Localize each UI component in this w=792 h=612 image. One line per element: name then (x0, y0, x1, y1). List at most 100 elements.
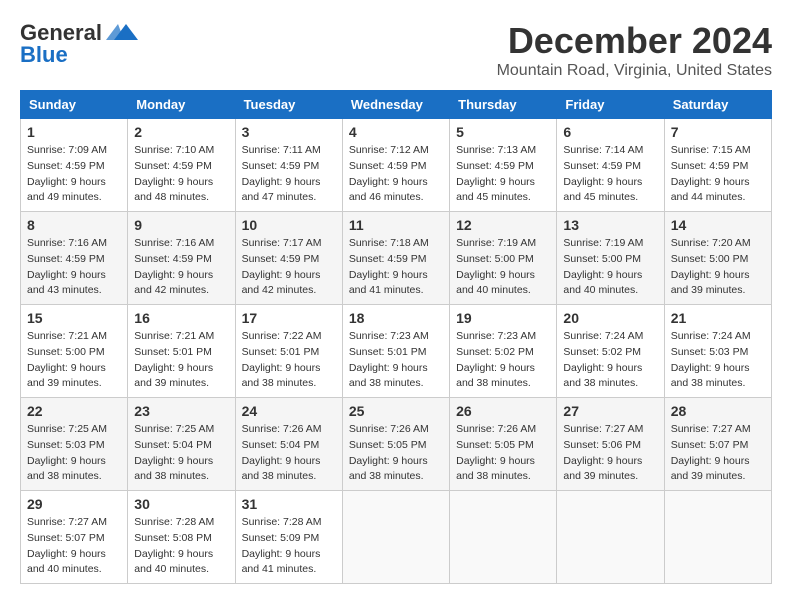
calendar-cell: 18 Sunrise: 7:23 AM Sunset: 5:01 PM Dayl… (342, 305, 449, 398)
day-number: 5 (456, 124, 550, 140)
calendar-cell: 31 Sunrise: 7:28 AM Sunset: 5:09 PM Dayl… (235, 491, 342, 584)
day-number: 13 (563, 217, 657, 233)
calendar-cell: 30 Sunrise: 7:28 AM Sunset: 5:08 PM Dayl… (128, 491, 235, 584)
day-info: Sunrise: 7:23 AM Sunset: 5:01 PM Dayligh… (349, 329, 443, 392)
day-info: Sunrise: 7:11 AM Sunset: 4:59 PM Dayligh… (242, 143, 336, 206)
calendar-header-thursday: Thursday (450, 91, 557, 119)
calendar-cell: 8 Sunrise: 7:16 AM Sunset: 4:59 PM Dayli… (21, 212, 128, 305)
day-number: 15 (27, 310, 121, 326)
day-info: Sunrise: 7:26 AM Sunset: 5:04 PM Dayligh… (242, 422, 336, 485)
month-title: December 2024 (497, 20, 772, 62)
day-info: Sunrise: 7:10 AM Sunset: 4:59 PM Dayligh… (134, 143, 228, 206)
day-number: 22 (27, 403, 121, 419)
day-info: Sunrise: 7:14 AM Sunset: 4:59 PM Dayligh… (563, 143, 657, 206)
day-info: Sunrise: 7:17 AM Sunset: 4:59 PM Dayligh… (242, 236, 336, 299)
day-number: 7 (671, 124, 765, 140)
calendar-cell: 20 Sunrise: 7:24 AM Sunset: 5:02 PM Dayl… (557, 305, 664, 398)
calendar-cell: 19 Sunrise: 7:23 AM Sunset: 5:02 PM Dayl… (450, 305, 557, 398)
calendar-header-row: SundayMondayTuesdayWednesdayThursdayFrid… (21, 91, 772, 119)
calendar-week-3: 15 Sunrise: 7:21 AM Sunset: 5:00 PM Dayl… (21, 305, 772, 398)
day-number: 29 (27, 496, 121, 512)
day-info: Sunrise: 7:12 AM Sunset: 4:59 PM Dayligh… (349, 143, 443, 206)
calendar-cell: 13 Sunrise: 7:19 AM Sunset: 5:00 PM Dayl… (557, 212, 664, 305)
day-info: Sunrise: 7:27 AM Sunset: 5:06 PM Dayligh… (563, 422, 657, 485)
day-number: 11 (349, 217, 443, 233)
calendar-cell: 9 Sunrise: 7:16 AM Sunset: 4:59 PM Dayli… (128, 212, 235, 305)
day-info: Sunrise: 7:25 AM Sunset: 5:03 PM Dayligh… (27, 422, 121, 485)
day-info: Sunrise: 7:27 AM Sunset: 5:07 PM Dayligh… (671, 422, 765, 485)
day-number: 24 (242, 403, 336, 419)
day-info: Sunrise: 7:15 AM Sunset: 4:59 PM Dayligh… (671, 143, 765, 206)
calendar-cell: 23 Sunrise: 7:25 AM Sunset: 5:04 PM Dayl… (128, 398, 235, 491)
calendar-cell: 14 Sunrise: 7:20 AM Sunset: 5:00 PM Dayl… (664, 212, 771, 305)
day-info: Sunrise: 7:26 AM Sunset: 5:05 PM Dayligh… (349, 422, 443, 485)
day-number: 19 (456, 310, 550, 326)
calendar-cell: 15 Sunrise: 7:21 AM Sunset: 5:00 PM Dayl… (21, 305, 128, 398)
calendar-cell: 7 Sunrise: 7:15 AM Sunset: 4:59 PM Dayli… (664, 119, 771, 212)
day-number: 18 (349, 310, 443, 326)
calendar-cell: 1 Sunrise: 7:09 AM Sunset: 4:59 PM Dayli… (21, 119, 128, 212)
calendar-week-5: 29 Sunrise: 7:27 AM Sunset: 5:07 PM Dayl… (21, 491, 772, 584)
day-info: Sunrise: 7:26 AM Sunset: 5:05 PM Dayligh… (456, 422, 550, 485)
calendar-cell: 3 Sunrise: 7:11 AM Sunset: 4:59 PM Dayli… (235, 119, 342, 212)
calendar-cell: 22 Sunrise: 7:25 AM Sunset: 5:03 PM Dayl… (21, 398, 128, 491)
day-info: Sunrise: 7:19 AM Sunset: 5:00 PM Dayligh… (456, 236, 550, 299)
day-info: Sunrise: 7:24 AM Sunset: 5:03 PM Dayligh… (671, 329, 765, 392)
calendar-cell: 4 Sunrise: 7:12 AM Sunset: 4:59 PM Dayli… (342, 119, 449, 212)
day-info: Sunrise: 7:27 AM Sunset: 5:07 PM Dayligh… (27, 515, 121, 578)
day-info: Sunrise: 7:09 AM Sunset: 4:59 PM Dayligh… (27, 143, 121, 206)
day-info: Sunrise: 7:13 AM Sunset: 4:59 PM Dayligh… (456, 143, 550, 206)
day-number: 17 (242, 310, 336, 326)
calendar-cell: 2 Sunrise: 7:10 AM Sunset: 4:59 PM Dayli… (128, 119, 235, 212)
calendar-cell: 10 Sunrise: 7:17 AM Sunset: 4:59 PM Dayl… (235, 212, 342, 305)
day-info: Sunrise: 7:24 AM Sunset: 5:02 PM Dayligh… (563, 329, 657, 392)
calendar-cell: 27 Sunrise: 7:27 AM Sunset: 5:06 PM Dayl… (557, 398, 664, 491)
logo: General Blue (20, 20, 138, 68)
calendar-table: SundayMondayTuesdayWednesdayThursdayFrid… (20, 90, 772, 584)
day-number: 31 (242, 496, 336, 512)
day-number: 23 (134, 403, 228, 419)
day-info: Sunrise: 7:16 AM Sunset: 4:59 PM Dayligh… (27, 236, 121, 299)
day-number: 14 (671, 217, 765, 233)
day-info: Sunrise: 7:22 AM Sunset: 5:01 PM Dayligh… (242, 329, 336, 392)
logo-text-blue: Blue (20, 42, 68, 68)
calendar-header-sunday: Sunday (21, 91, 128, 119)
calendar-cell (557, 491, 664, 584)
calendar-cell (664, 491, 771, 584)
day-info: Sunrise: 7:21 AM Sunset: 5:01 PM Dayligh… (134, 329, 228, 392)
calendar-cell: 26 Sunrise: 7:26 AM Sunset: 5:05 PM Dayl… (450, 398, 557, 491)
logo-icon (106, 22, 138, 44)
calendar-header-friday: Friday (557, 91, 664, 119)
calendar-cell: 29 Sunrise: 7:27 AM Sunset: 5:07 PM Dayl… (21, 491, 128, 584)
day-number: 1 (27, 124, 121, 140)
day-number: 4 (349, 124, 443, 140)
calendar-cell: 24 Sunrise: 7:26 AM Sunset: 5:04 PM Dayl… (235, 398, 342, 491)
day-info: Sunrise: 7:25 AM Sunset: 5:04 PM Dayligh… (134, 422, 228, 485)
calendar-cell: 5 Sunrise: 7:13 AM Sunset: 4:59 PM Dayli… (450, 119, 557, 212)
page-header: General Blue December 2024 Mountain Road… (20, 20, 772, 80)
calendar-week-1: 1 Sunrise: 7:09 AM Sunset: 4:59 PM Dayli… (21, 119, 772, 212)
calendar-cell: 16 Sunrise: 7:21 AM Sunset: 5:01 PM Dayl… (128, 305, 235, 398)
calendar-body: 1 Sunrise: 7:09 AM Sunset: 4:59 PM Dayli… (21, 119, 772, 584)
calendar-header-tuesday: Tuesday (235, 91, 342, 119)
day-number: 20 (563, 310, 657, 326)
day-number: 26 (456, 403, 550, 419)
day-number: 10 (242, 217, 336, 233)
day-number: 2 (134, 124, 228, 140)
day-number: 30 (134, 496, 228, 512)
calendar-week-4: 22 Sunrise: 7:25 AM Sunset: 5:03 PM Dayl… (21, 398, 772, 491)
day-info: Sunrise: 7:18 AM Sunset: 4:59 PM Dayligh… (349, 236, 443, 299)
day-info: Sunrise: 7:19 AM Sunset: 5:00 PM Dayligh… (563, 236, 657, 299)
calendar-header-monday: Monday (128, 91, 235, 119)
day-number: 28 (671, 403, 765, 419)
calendar-cell: 25 Sunrise: 7:26 AM Sunset: 5:05 PM Dayl… (342, 398, 449, 491)
day-number: 21 (671, 310, 765, 326)
calendar-cell: 28 Sunrise: 7:27 AM Sunset: 5:07 PM Dayl… (664, 398, 771, 491)
location-subtitle: Mountain Road, Virginia, United States (497, 62, 772, 80)
title-area: December 2024 Mountain Road, Virginia, U… (497, 20, 772, 80)
calendar-cell (342, 491, 449, 584)
day-number: 6 (563, 124, 657, 140)
day-number: 27 (563, 403, 657, 419)
day-info: Sunrise: 7:28 AM Sunset: 5:09 PM Dayligh… (242, 515, 336, 578)
day-number: 25 (349, 403, 443, 419)
